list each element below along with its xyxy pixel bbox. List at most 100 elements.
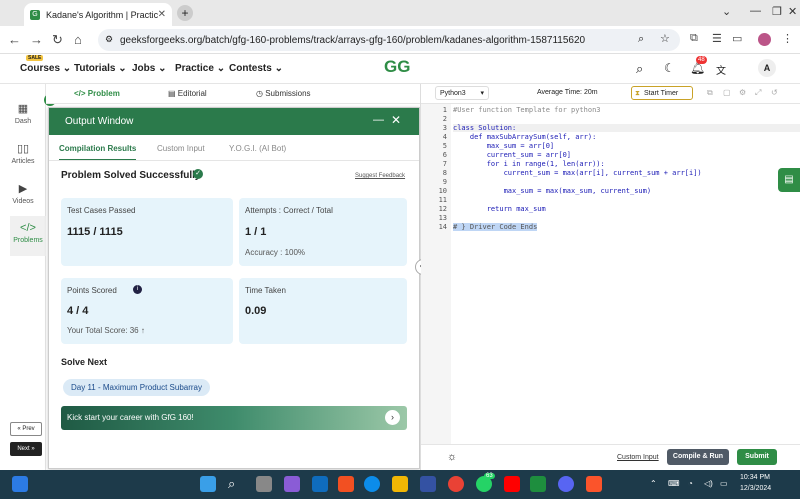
reading-list-icon[interactable]: ☰ — [712, 32, 722, 45]
code-editor[interactable]: 1 2 3 4 5 6 7 8 9 10 11 12 13 14 #User function Templ… — [421, 104, 800, 444]
code-line[interactable]: class Solution: — [453, 124, 800, 132]
gfg-logo[interactable]: GG — [384, 57, 418, 79]
reset-icon[interactable]: ↺ — [771, 88, 778, 97]
tab-compilation-results[interactable]: Compilation Results — [59, 144, 137, 161]
close-tab-icon[interactable]: ✕ — [158, 9, 166, 20]
user-avatar[interactable]: A — [758, 59, 776, 77]
code-line[interactable]: current_sum = max(arr[i], current_sum + … — [453, 169, 702, 177]
code-line[interactable]: #User function Template for python3 — [453, 106, 601, 114]
gfg160-banner[interactable]: Kick start your career with GfG 160! › — [61, 406, 407, 430]
nav-courses-label: Courses — [20, 63, 61, 74]
dark-mode-icon[interactable]: ☾ — [664, 61, 675, 75]
back-icon[interactable]: ← — [8, 32, 21, 47]
nav-practice[interactable]: Practice ⌄ — [175, 63, 225, 74]
next-problem-chip[interactable]: Day 11 - Maximum Product Subarray — [63, 379, 211, 396]
task-view-icon[interactable] — [256, 476, 272, 492]
tab-search-icon[interactable]: ⌄ — [722, 5, 731, 18]
minimize-icon[interactable]: — — [750, 5, 761, 17]
code-line[interactable]: for i in range(1, len(arr)): — [453, 160, 605, 168]
format-icon[interactable]: ▢ — [723, 88, 731, 97]
fullscreen-icon[interactable]: ⤢ — [755, 88, 761, 98]
tab-editorial[interactable]: ▤ Editorial — [168, 89, 207, 98]
nav-tutorials[interactable]: Tutorials ⌄ — [74, 63, 127, 74]
app-icon[interactable] — [420, 476, 436, 492]
nav-contests[interactable]: Contests ⌄ — [229, 63, 283, 74]
browser-tab[interactable]: G Kadane's Algorithm | Practice | ✕ — [24, 3, 172, 26]
bookmark-star-icon[interactable]: ☆ — [660, 32, 670, 45]
extensions-icon[interactable]: ⧉ — [690, 32, 698, 45]
battery-icon[interactable]: ▭ — [720, 479, 728, 488]
info-icon[interactable]: i — [133, 285, 142, 294]
tab-problem[interactable]: </> Problem — [74, 89, 120, 98]
custom-input-link[interactable]: Custom Input — [617, 454, 659, 461]
tab-yogi-bot[interactable]: Y.O.G.I. (AI Bot) — [229, 144, 286, 153]
browser-menu-icon[interactable]: ⋮ — [782, 32, 793, 45]
clock-date[interactable]: 12/3/2024 — [740, 485, 771, 492]
widgets-icon[interactable] — [12, 476, 28, 492]
new-tab-button[interactable]: + — [177, 5, 193, 21]
sidebar-item-videos[interactable]: ▶ Videos — [0, 182, 46, 205]
bulb-icon[interactable]: ☼ — [447, 451, 457, 463]
home-icon[interactable]: ⌂ — [74, 32, 82, 47]
volume-icon[interactable]: ◁) — [704, 479, 713, 488]
code-line[interactable]: max_sum = arr[0] — [453, 142, 554, 150]
prev-button[interactable]: « Prev — [10, 422, 42, 436]
arrow-right-icon[interactable]: › — [385, 410, 400, 425]
wifi-icon[interactable]: ◔ — [688, 479, 693, 488]
copilot-icon[interactable] — [284, 476, 300, 492]
timer-label: Start Timer — [644, 90, 679, 97]
edge-icon[interactable] — [364, 476, 380, 492]
next-button[interactable]: Next » — [10, 442, 42, 456]
url-field[interactable]: ⚙ geeksforgeeks.org/batch/gfg-160-proble… — [98, 29, 680, 51]
points-value: 4 / 4 — [67, 305, 89, 317]
store-icon[interactable] — [338, 476, 354, 492]
code-line[interactable]: return max_sum — [453, 205, 546, 213]
site-info-icon[interactable]: ⚙ — [105, 34, 113, 45]
zoom-icon[interactable]: ⌕ — [638, 33, 644, 46]
code-line[interactable]: current_sum = arr[0] — [453, 151, 571, 159]
nav-courses[interactable]: Courses ⌄ — [20, 63, 71, 74]
close-window-icon[interactable]: ✕ — [788, 5, 797, 18]
chat-icon[interactable]: ▤ — [778, 168, 800, 192]
brave-icon[interactable] — [586, 476, 602, 492]
code-line[interactable]: max_sum = max(max_sum, current_sum) — [453, 187, 652, 195]
mail-icon[interactable] — [312, 476, 328, 492]
language-select[interactable]: Python3 ▾ — [435, 86, 489, 100]
reload-icon[interactable]: ↻ — [52, 32, 63, 48]
test-cases-value: 1115 / 1115 — [67, 226, 123, 238]
clock-time[interactable]: 10:34 PM — [740, 474, 770, 481]
discord-icon[interactable] — [558, 476, 574, 492]
forward-icon[interactable]: → — [30, 32, 43, 47]
code-line[interactable]: # } Driver Code Ends — [453, 223, 538, 231]
translate-icon[interactable]: 文 — [716, 62, 726, 77]
compile-run-button[interactable]: Compile & Run — [667, 449, 729, 465]
sidebar-item-dash[interactable]: ▦ Dash — [0, 102, 46, 125]
tray-chevron-icon[interactable]: ⌃ — [650, 479, 657, 488]
submit-button[interactable]: Submit — [737, 449, 777, 465]
search-taskbar-icon[interactable]: ⌕ — [228, 476, 244, 492]
minimize-output-icon[interactable]: — — [373, 114, 384, 126]
tab-submissions[interactable]: ◷ Submissions — [256, 89, 311, 98]
start-timer-button[interactable]: ⧗ Start Timer — [631, 86, 693, 100]
copy-icon[interactable]: ⧉ — [707, 88, 713, 98]
close-output-icon[interactable]: ✕ — [391, 113, 401, 127]
cast-icon[interactable]: ▭ — [732, 32, 742, 45]
line-number: 4 — [442, 133, 447, 141]
tab-problem-label: Problem — [87, 89, 120, 98]
chrome-icon[interactable] — [448, 476, 464, 492]
settings-icon[interactable]: ⚙ — [739, 88, 746, 97]
keyboard-icon[interactable]: ⌨ — [668, 479, 680, 488]
nav-jobs[interactable]: Jobs ⌄ — [132, 63, 167, 74]
profile-avatar[interactable] — [758, 33, 771, 46]
suggest-feedback-link[interactable]: Suggest Feedback — [355, 173, 405, 179]
file-explorer-icon[interactable] — [392, 476, 408, 492]
search-icon[interactable]: ⌕ — [636, 61, 643, 77]
tab-custom-input[interactable]: Custom Input — [157, 144, 205, 153]
restore-icon[interactable]: ❐ — [772, 5, 782, 18]
sidebar-item-problems[interactable]: </> Problems — [10, 216, 46, 256]
meet-icon[interactable] — [530, 476, 546, 492]
youtube-icon[interactable] — [504, 476, 520, 492]
start-icon[interactable] — [200, 476, 216, 492]
sidebar-item-articles[interactable]: ▯▯ Articles — [0, 142, 46, 165]
code-line[interactable]: def maxSubArraySum(self, arr): — [453, 133, 596, 141]
